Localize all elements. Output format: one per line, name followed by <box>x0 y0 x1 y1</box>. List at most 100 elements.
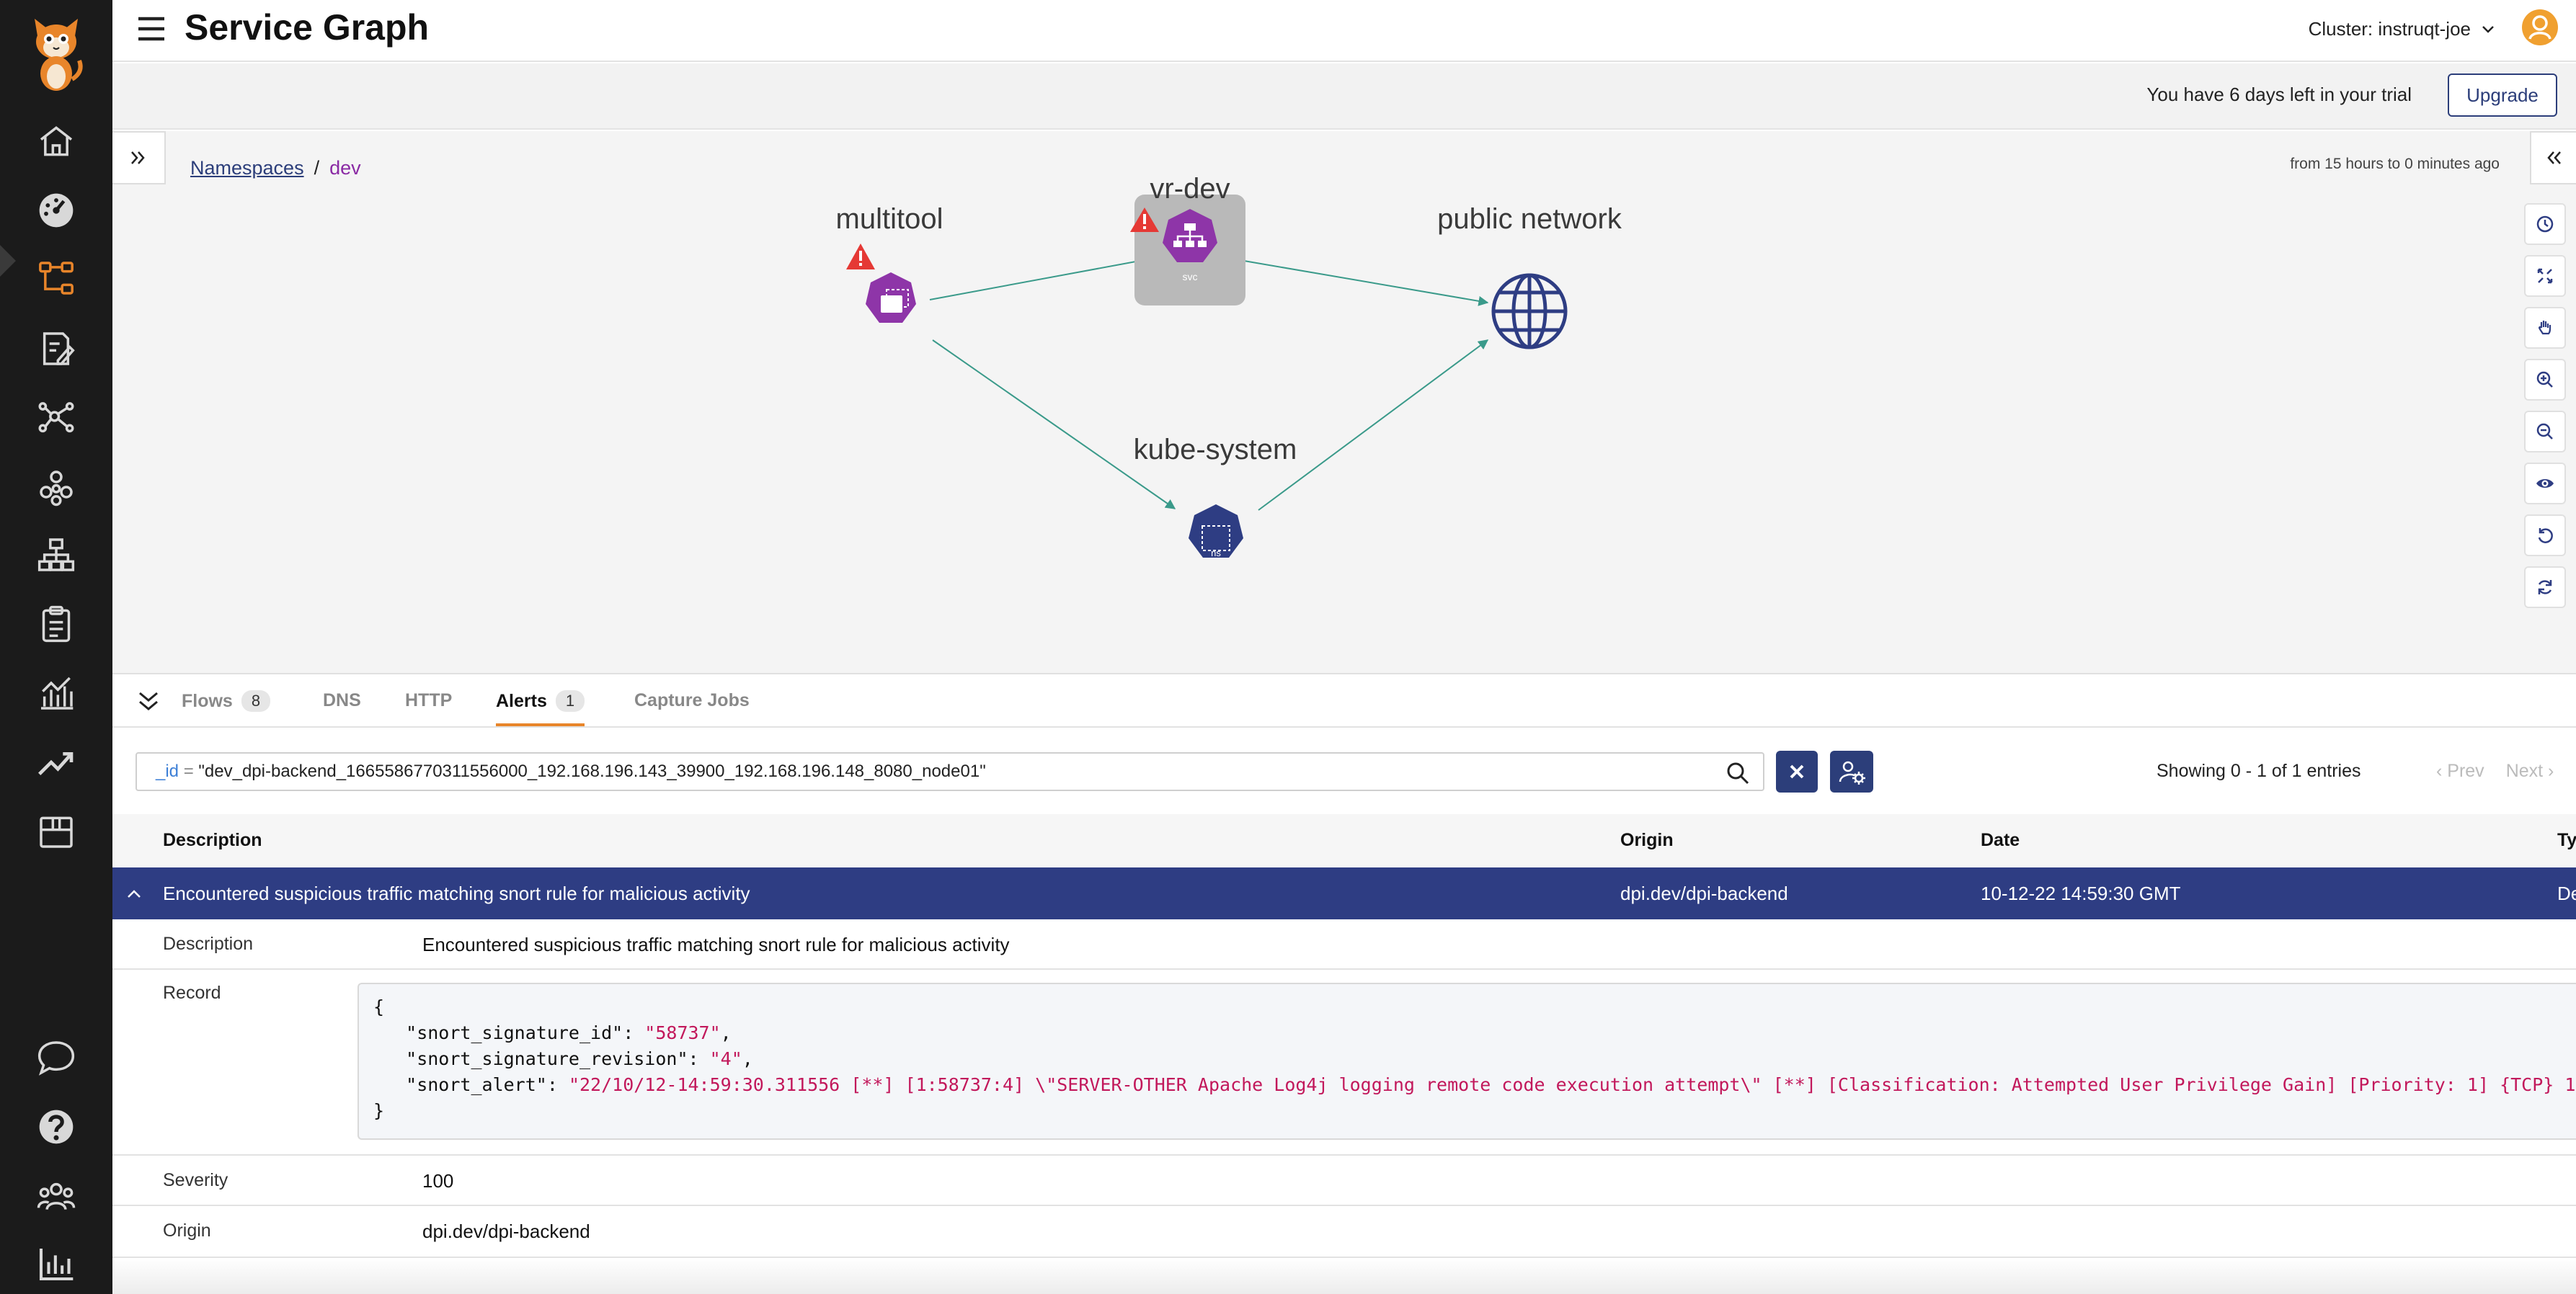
node-badge-svc: svc <box>1182 271 1198 282</box>
prev-label: Prev <box>2447 761 2484 781</box>
filter-key: _id <box>156 762 179 781</box>
detail-record-label: Record <box>163 983 221 1003</box>
json-close: } <box>373 1100 385 1121</box>
hand-icon <box>2539 321 2551 335</box>
search-icon[interactable] <box>1726 761 1750 785</box>
record-json[interactable]: { "snort_signature_id": "58737", "snort_… <box>357 983 2576 1140</box>
detail-severity-value: 100 <box>422 1170 454 1192</box>
detail-record: Record { "snort_signature_id": "58737", … <box>112 970 2576 1156</box>
edge-multitool-kube <box>932 339 1176 509</box>
user-gear-icon <box>1839 761 1865 785</box>
package-box-icon[interactable] <box>27 803 85 860</box>
trial-banner: You have 6 days left in your trial Upgra… <box>112 63 2576 130</box>
upgrade-button[interactable]: Upgrade <box>2448 73 2557 117</box>
help-icon[interactable] <box>27 1098 85 1156</box>
trend-up-icon[interactable] <box>27 733 85 791</box>
expand-arrows-icon <box>2537 268 2553 284</box>
node-public-network-globe-icon <box>1491 273 1568 349</box>
clipboard-icon[interactable] <box>27 595 85 653</box>
json-sig-rev-key: "snort_signature_revision" <box>406 1048 688 1069</box>
service-graph-canvas[interactable]: Namespaces / dev from 15 hours to 0 minu… <box>112 131 2576 674</box>
row-type: De <box>2557 883 2576 904</box>
user-settings-button[interactable] <box>1830 751 1873 793</box>
filter-value: "dev_dpi-backend_1665586770311556000_192… <box>198 762 986 781</box>
history-tool-button[interactable] <box>2524 203 2566 245</box>
tab-dns[interactable]: DNS <box>323 690 361 711</box>
zoom-in-button[interactable] <box>2524 359 2566 401</box>
hamburger-menu-icon[interactable] <box>134 14 169 43</box>
visibility-button[interactable] <box>2524 463 2566 504</box>
table-row[interactable]: Encountered suspicious traffic matching … <box>112 867 2576 919</box>
top-header: Service Graph Cluster: instruqt-joe <box>112 0 2576 62</box>
detail-origin: Origin dpi.dev/dpi-backend <box>112 1206 2576 1258</box>
cluster-selector[interactable]: Cluster: instruqt-joe <box>2309 14 2497 43</box>
row-description: Encountered suspicious traffic matching … <box>163 883 750 904</box>
clear-filter-button[interactable] <box>1776 751 1818 793</box>
dashboard-gauge-icon[interactable] <box>27 182 85 239</box>
refresh-button[interactable] <box>2524 566 2566 608</box>
graph-toolbar <box>2524 203 2566 618</box>
cluster-hex-icon[interactable] <box>27 458 85 516</box>
page-title: Service Graph <box>185 7 430 48</box>
node-multitool <box>846 244 916 323</box>
bottom-scroll-shadow <box>112 1258 2576 1294</box>
network-nodes-icon[interactable] <box>27 388 85 445</box>
pan-tool-button[interactable] <box>2524 307 2566 349</box>
tab-http[interactable]: HTTP <box>405 690 452 711</box>
chevron-up-icon[interactable] <box>125 886 143 901</box>
node-label-public-network[interactable]: public network <box>1437 203 1622 236</box>
cluster-label: Cluster: instruqt-joe <box>2308 18 2471 40</box>
prev-button[interactable]: ‹ Prev <box>2436 761 2484 782</box>
cat-logo-icon[interactable] <box>27 14 85 94</box>
json-sig-rev-value: "4" <box>709 1048 742 1069</box>
bar-chart-icon[interactable] <box>27 1235 85 1293</box>
column-description[interactable]: Description <box>163 830 262 851</box>
collapse-tabs-icon[interactable] <box>134 687 163 716</box>
column-date[interactable]: Date <box>1981 830 2020 851</box>
tab-dns-label: DNS <box>323 690 361 710</box>
row-date: 10-12-22 14:59:30 GMT <box>1981 883 2181 904</box>
home-icon[interactable] <box>27 112 85 170</box>
edge-vrdev-public <box>1243 260 1489 306</box>
bar-line-chart-icon[interactable] <box>27 664 85 722</box>
tab-alerts[interactable]: Alerts 1 <box>496 690 585 726</box>
json-alert-value: "22/10/12-14:59:30.311556 [**] [1:58737:… <box>568 1074 2576 1095</box>
tab-flows-count: 8 <box>241 690 271 712</box>
close-icon <box>1790 764 1804 779</box>
hierarchy-icon[interactable] <box>27 526 85 584</box>
tab-http-label: HTTP <box>405 690 453 710</box>
tab-flows[interactable]: Flows 8 <box>182 690 271 712</box>
node-badge-ns: ns <box>1211 548 1221 558</box>
fit-view-button[interactable] <box>2524 255 2566 297</box>
tab-capture-jobs[interactable]: Capture Jobs <box>634 690 750 711</box>
service-graph-icon[interactable] <box>27 249 85 307</box>
row-origin: dpi.dev/dpi-backend <box>1620 883 1788 904</box>
detail-description-label: Description <box>163 934 254 954</box>
tab-capture-jobs-label: Capture Jobs <box>634 690 750 710</box>
policy-edit-icon[interactable] <box>27 320 85 378</box>
node-label-vr-dev[interactable]: vr-dev <box>1150 173 1230 205</box>
json-sig-id-key: "snort_signature_id" <box>406 1022 623 1043</box>
detail-origin-label: Origin <box>163 1221 211 1241</box>
node-label-multitool[interactable]: multitool <box>836 203 943 236</box>
detail-tabs: Flows 8 DNS HTTP Alerts 1 Capture Jobs <box>112 676 2576 728</box>
detail-severity: Severity 100 <box>112 1156 2576 1206</box>
zoom-in-icon <box>2536 371 2553 388</box>
eye-icon <box>2536 479 2554 488</box>
detail-description-value: Encountered suspicious traffic matching … <box>422 934 1010 955</box>
column-origin[interactable]: Origin <box>1620 830 1674 851</box>
node-label-kube-system[interactable]: kube-system <box>1134 434 1297 466</box>
chevron-down-icon <box>2482 26 2494 33</box>
undo-button[interactable] <box>2524 514 2566 556</box>
detail-origin-value: dpi.dev/dpi-backend <box>422 1221 590 1242</box>
tab-alerts-count: 1 <box>555 690 585 712</box>
next-button[interactable]: Next › <box>2506 761 2554 782</box>
column-type[interactable]: Ty <box>2557 830 2576 851</box>
chat-bubble-icon[interactable] <box>27 1029 85 1086</box>
filter-input[interactable]: _id = "dev_dpi-backend_16655867703115560… <box>136 752 1764 791</box>
user-avatar-icon[interactable] <box>2521 9 2559 46</box>
users-group-icon[interactable] <box>27 1167 85 1225</box>
detail-description: Description Encountered suspicious traff… <box>112 919 2576 970</box>
zoom-out-button[interactable] <box>2524 411 2566 452</box>
edge-kube-public <box>1258 339 1489 511</box>
